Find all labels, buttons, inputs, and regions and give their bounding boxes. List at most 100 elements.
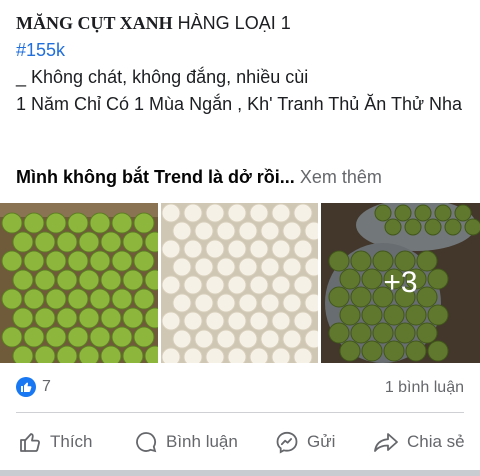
comment-button-label: Bình luận [166,432,238,451]
fruit-shape [12,345,34,363]
fruit-shape [45,250,67,272]
fruit-shape [282,221,302,241]
fruit-shape [249,347,269,363]
fruit-shape [183,203,203,223]
fruit-shape [304,329,318,349]
like-reaction-icon[interactable] [16,377,36,397]
fruit-shape [56,307,78,329]
fruit-shape [12,231,34,253]
fruit-shape [89,288,111,310]
fruit-shape [249,275,269,295]
fruit-shape [172,221,192,241]
fruit-shape [56,231,78,253]
comment-bubble-icon [136,432,157,453]
fruit-shape [216,293,236,313]
more-photos-count: +3 [383,266,418,299]
fruit-shape [133,326,155,348]
post-title-bold: MĂNG CỤT XANH [16,13,173,33]
fruit-shape [1,326,23,348]
like-button[interactable]: Thích [18,422,93,462]
fruit-shape [1,250,23,272]
fruit-shape [56,345,78,363]
fruit-shape [161,275,181,295]
fruit-shape [67,212,89,234]
fruit-shape [111,326,133,348]
fruit-shape [161,203,181,223]
fruit-shape [89,212,111,234]
send-button[interactable]: Gửi [275,422,335,462]
fruit-shape [238,329,258,349]
messenger-icon [276,431,298,454]
action-bar: Thích Bình luận Gửi Chia sẻ [0,422,480,462]
fruit-shape [238,221,258,241]
fruit-shape [12,269,34,291]
fruit-shape [194,221,214,241]
fruit-shape [12,307,34,329]
comment-button[interactable]: Bình luận [134,422,238,462]
price-hashtag[interactable]: #155k [16,37,468,64]
fruit-shape [183,239,203,259]
see-more-link[interactable]: Xem thêm [300,167,382,187]
fruit-shape [304,257,318,277]
fruit-shape [133,212,155,234]
fruit-shape [271,347,291,363]
fruit-shape [260,293,280,313]
fruit-shape [1,288,23,310]
post-title-rest: HÀNG LOẠI 1 [172,13,291,33]
fruit-shape [133,250,155,272]
post-text: MĂNG CỤT XANH HÀNG LOẠI 1 #155k _ Không … [16,10,468,118]
fruit-shape [133,288,155,310]
comment-count[interactable]: 1 bình luận [385,379,464,397]
fruit-shape [172,329,192,349]
fruit-shape [45,212,67,234]
fruit-shape [304,293,318,313]
photo-white-mangosteen-flesh[interactable] [161,203,318,363]
post-line-2: 1 Năm Chỉ Có 1 Mùa Ngắn , Kh' Tranh Thủ … [16,94,463,114]
fruit-shape [111,212,133,234]
thumbs-up-icon [20,433,40,452]
fruit-shape [122,307,144,329]
fruit-shape [227,203,247,223]
fruit-shape [282,257,302,277]
fruit-shape [183,347,203,363]
fruit-shape [34,269,56,291]
fruit-shape [67,326,89,348]
share-button[interactable]: Chia sẻ [373,422,465,462]
fruit-shape [205,275,225,295]
fruit-shape [216,257,236,277]
fruit-shape [216,221,236,241]
fruit-shape [161,347,181,363]
fruit-shape [260,221,280,241]
fruit-shape [122,231,144,253]
photo-mangosteen-basket-more[interactable]: +3 [321,203,480,363]
post-line-1: _ Không chát, không đắng, nhiều cùi [16,67,309,87]
fruit-shape [78,231,100,253]
fruit-shape [227,239,247,259]
fruit-shape [23,250,45,272]
fruit-shape [78,307,100,329]
fruit-shape [78,269,100,291]
fruit-shape [23,326,45,348]
photo-green-mangosteens-crate[interactable] [0,203,158,363]
headline-text: Mình không bắt Trend là dở rồi [16,167,280,187]
like-button-label: Thích [50,432,93,451]
fruit-shape [67,250,89,272]
fruit-shape [293,275,313,295]
fruit-shape [227,311,247,331]
fruit-shape [227,275,247,295]
post-title-line: MĂNG CỤT XANH HÀNG LOẠI 1 [16,10,468,37]
like-count[interactable]: 7 [42,378,51,396]
photo-grid: +3 [0,203,480,363]
reaction-stats: 7 1 bình luận [16,375,464,403]
fruit-shape [1,212,23,234]
fruit-shape [282,329,302,349]
fruit-shape [23,288,45,310]
fruit-shape [161,311,181,331]
fruit-shape [78,345,100,363]
divider [16,412,464,413]
fruit-shape [293,203,313,223]
more-photos-overlay[interactable]: +3 [321,203,480,363]
fruit-shape [227,347,247,363]
bottom-separator [0,470,480,476]
fruit-shape [271,311,291,331]
